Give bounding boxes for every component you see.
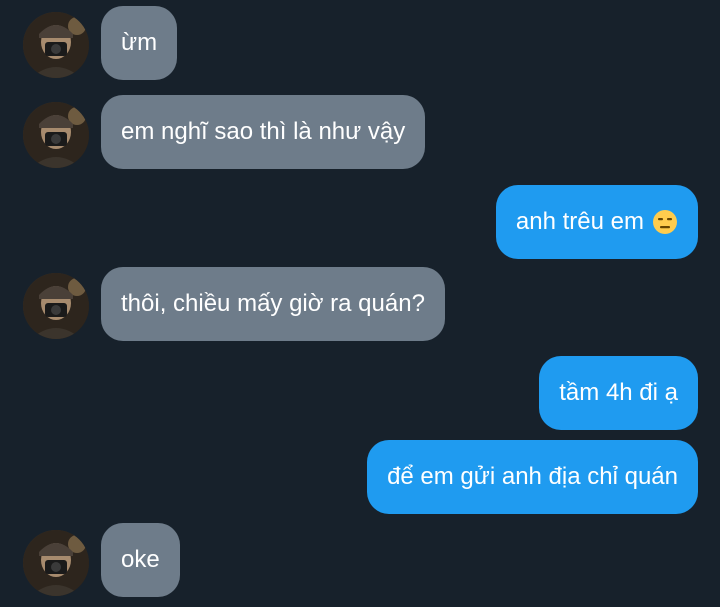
message-text: anh trêu em [515,208,644,235]
message-text: ừm [121,29,158,56]
message-text: để em gửi anh địa chỉ quán [387,463,678,490]
outgoing-message-bubble[interactable]: anh trêu em [495,185,698,259]
person-photo-icon [23,102,89,168]
incoming-message-bubble[interactable]: oke [101,523,180,597]
contact-avatar[interactable] [23,530,89,596]
message-text: thôi, chiều mấy giờ ra quán? [121,290,425,317]
person-photo-icon [23,273,89,339]
person-photo-icon [23,12,89,78]
incoming-message-bubble[interactable]: thôi, chiều mấy giờ ra quán? [101,267,445,341]
contact-avatar[interactable] [23,12,89,78]
expressionless-face-icon [653,210,677,234]
message-text: oke [121,546,160,573]
message-text: em nghĩ sao thì là như vậy [121,118,406,145]
incoming-message-bubble[interactable]: em nghĩ sao thì là như vậy [101,95,426,169]
outgoing-message-bubble[interactable]: để em gửi anh địa chỉ quán [367,440,698,514]
contact-avatar[interactable] [23,273,89,339]
incoming-message-bubble[interactable]: ừm [101,6,178,80]
message-text: tầm 4h đi ạ [559,379,678,406]
person-photo-icon [23,530,89,596]
outgoing-message-bubble[interactable]: tầm 4h đi ạ [539,356,698,430]
contact-avatar[interactable] [23,102,89,168]
